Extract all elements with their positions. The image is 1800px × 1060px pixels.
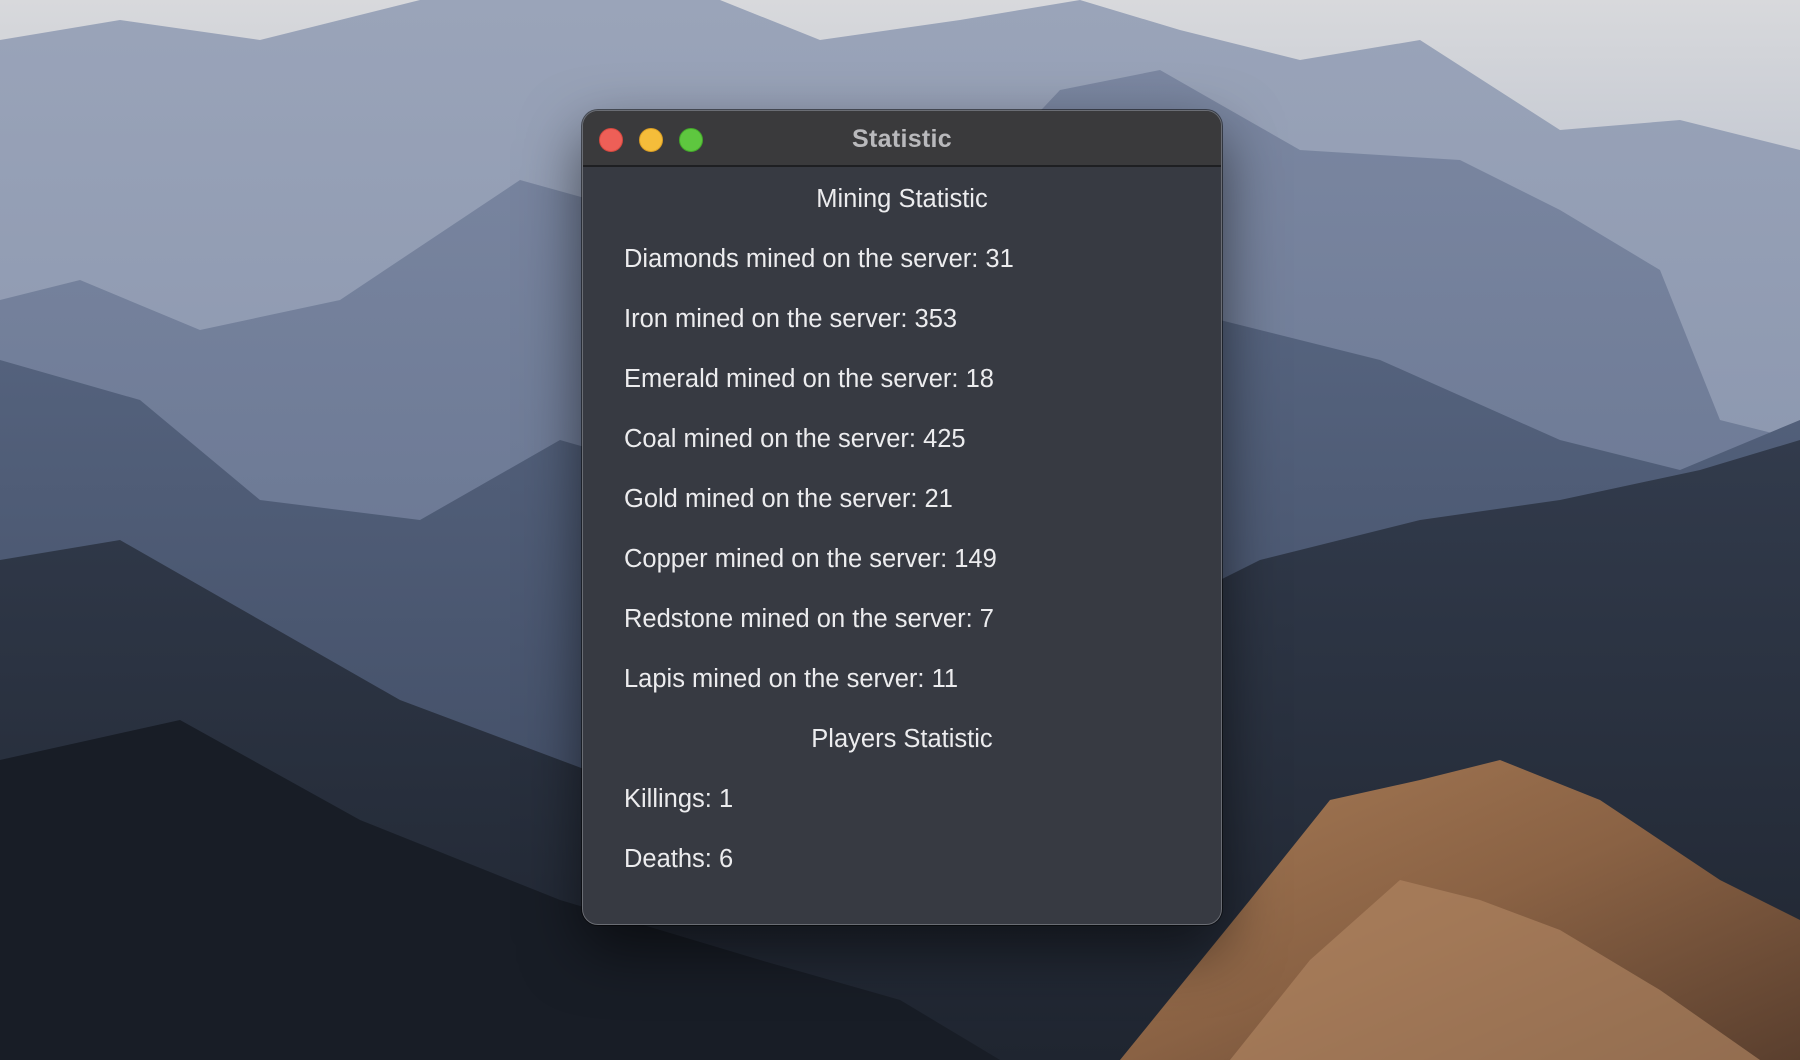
emerald-stat-label: Emerald mined on the server: 18 xyxy=(624,365,994,393)
copper-stat-label: Copper mined on the server: 149 xyxy=(624,545,997,573)
mining-statistic-heading: Mining Statistic xyxy=(816,185,988,213)
players-statistic-heading: Players Statistic xyxy=(811,725,993,753)
killings-stat-label: Killings: 1 xyxy=(624,785,734,813)
iron-stat-label: Iron mined on the server: 353 xyxy=(624,305,958,333)
window-title: Statistic xyxy=(852,125,952,153)
lapis-stat-label: Lapis mined on the server: 11 xyxy=(624,665,959,693)
coal-stat-label: Coal mined on the server: 425 xyxy=(624,425,966,453)
gold-stat-label: Gold mined on the server: 21 xyxy=(624,485,953,513)
window-titlebar[interactable]: Statistic xyxy=(583,111,1221,167)
redstone-stat-label: Redstone mined on the server: 7 xyxy=(624,605,994,633)
diamonds-stat-label: Diamonds mined on the server: 31 xyxy=(624,245,1014,273)
statistic-window: Statistic Mining Statistic Diamonds mine… xyxy=(582,110,1222,925)
deaths-stat-label: Deaths: 6 xyxy=(624,845,734,873)
